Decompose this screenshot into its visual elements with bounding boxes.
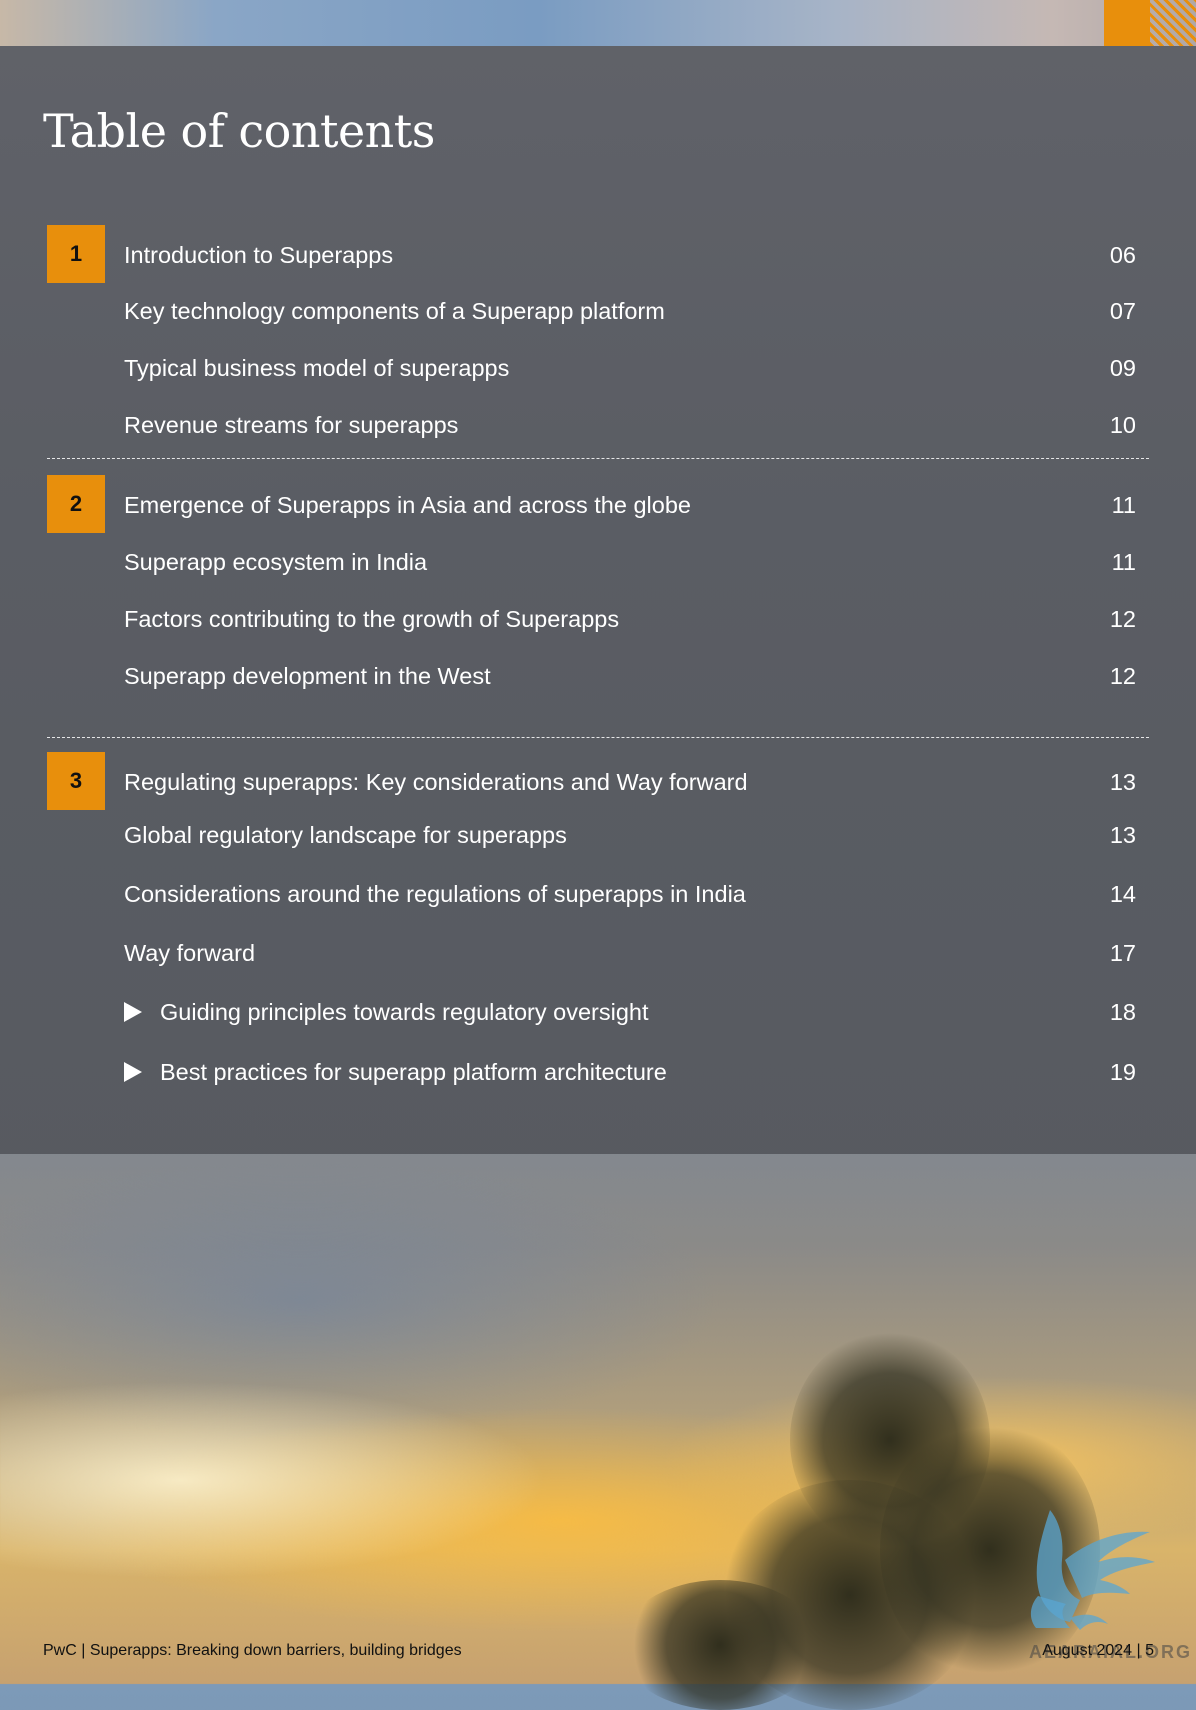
accent-block <box>1104 0 1150 46</box>
toc-entry-title: Global regulatory landscape for superapp… <box>124 822 567 848</box>
toc-entry-page: 14 <box>1109 881 1136 907</box>
toc-entry[interactable]: Revenue streams for superapps 10 <box>124 410 1136 440</box>
toc-entry[interactable]: Typical business model of superapps 09 <box>124 353 1136 383</box>
toc-subentry[interactable]: Guiding principles towards regulatory ov… <box>124 997 1136 1027</box>
toc-entry-title: Factors contributing to the growth of Su… <box>124 606 620 632</box>
toc-entry-title: Superapp ecosystem in India <box>124 549 428 575</box>
section-number-3: 3 <box>47 752 105 810</box>
toc-entry-page: 17 <box>1109 940 1136 966</box>
toc-entry-page: 06 <box>1109 242 1136 268</box>
toc-entry-title: Key technology components of a Superapp … <box>124 298 665 324</box>
toc-entry-page: 07 <box>1109 298 1136 324</box>
background-tree <box>620 1580 820 1710</box>
toc-entry[interactable]: Emergence of Superapps in Asia and acros… <box>124 490 1136 520</box>
page-title: Table of contents <box>43 104 435 158</box>
toc-entry-page: 09 <box>1109 355 1136 381</box>
section-number-2: 2 <box>47 475 105 533</box>
section-number-1: 1 <box>47 225 105 283</box>
toc-entry-title: Best practices for superapp platform arc… <box>160 1059 667 1085</box>
toc-subentry[interactable]: Best practices for superapp platform arc… <box>124 1057 1136 1087</box>
toc-entry-title: Regulating superapps: Key considerations… <box>124 769 748 795</box>
toc-entry-page: 12 <box>1109 606 1136 632</box>
toc-entry-page: 18 <box>1109 999 1136 1025</box>
toc-entry-title: Guiding principles towards regulatory ov… <box>160 999 649 1025</box>
toc-entry-page: 10 <box>1109 412 1136 438</box>
griffin-logo <box>1030 1510 1155 1630</box>
toc-entry[interactable]: Key technology components of a Superapp … <box>124 296 1136 326</box>
toc-entry[interactable]: Considerations around the regulations of… <box>124 879 1136 909</box>
toc-entry-page: 13 <box>1109 769 1136 795</box>
toc-entry-page: 12 <box>1109 663 1136 689</box>
toc-entry-page: 13 <box>1109 822 1136 848</box>
toc-entry[interactable]: Way forward 17 <box>124 938 1136 968</box>
toc-entry[interactable]: Superapp development in the West 12 <box>124 661 1136 691</box>
toc-entry[interactable]: Superapp ecosystem in India 11 <box>124 547 1136 577</box>
triangle-icon <box>124 1002 142 1022</box>
toc-entry[interactable]: Introduction to Superapps 06 <box>124 240 1136 270</box>
section-divider <box>47 737 1149 738</box>
footer-right: August 2024 | 5 <box>1042 1642 1154 1659</box>
toc-entry-title: Emergence of Superapps in Asia and acros… <box>124 492 691 518</box>
toc-entry-title: Superapp development in the West <box>124 663 491 689</box>
toc-entry[interactable]: Global regulatory landscape for superapp… <box>124 820 1136 850</box>
toc-entry-title: Revenue streams for superapps <box>124 412 459 438</box>
toc-entry-title: Considerations around the regulations of… <box>124 881 746 907</box>
toc-entry-title: Typical business model of superapps <box>124 355 510 381</box>
accent-hatch <box>1150 0 1196 46</box>
toc-entry-title: Introduction to Superapps <box>124 242 394 268</box>
triangle-icon <box>124 1062 142 1082</box>
toc-entry-page: 11 <box>1111 549 1136 575</box>
section-divider <box>47 458 1149 459</box>
footer-left: PwC | Superapps: Breaking down barriers,… <box>43 1642 462 1659</box>
header-photo-strip <box>0 0 1196 46</box>
toc-entry[interactable]: Regulating superapps: Key considerations… <box>124 767 1136 797</box>
toc-entry-page: 19 <box>1109 1059 1136 1085</box>
toc-panel <box>0 46 1196 1154</box>
toc-entry-title: Way forward <box>124 940 256 966</box>
toc-entry-page: 11 <box>1111 492 1136 518</box>
toc-entry[interactable]: Factors contributing to the growth of Su… <box>124 604 1136 634</box>
